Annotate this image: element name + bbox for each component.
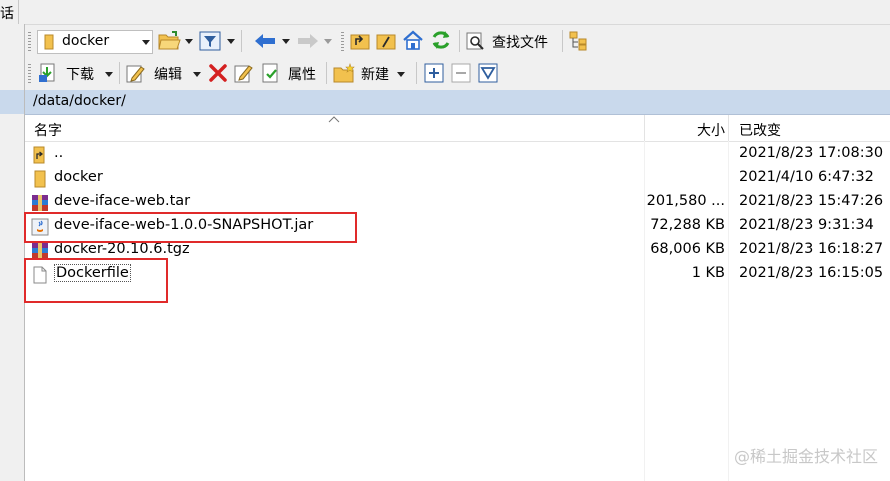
file-modified: 2021/8/23 9:31:34	[739, 217, 874, 233]
new-label: 新建	[361, 67, 389, 83]
rename-icon[interactable]	[234, 63, 254, 83]
chevron-down-icon	[397, 72, 405, 77]
file-modified: 2021/4/10 6:47:32	[739, 169, 874, 185]
file-modified: 2021/8/23 17:08:30	[739, 145, 884, 161]
select-plus-icon[interactable]	[424, 63, 444, 83]
file-modified: 2021/8/23 15:47:26	[739, 193, 884, 209]
sort-ascending-icon	[328, 116, 340, 123]
toolbar-divider	[416, 62, 417, 84]
file-modified: 2021/8/23 16:18:27	[739, 241, 884, 257]
back-arrow-icon[interactable]	[253, 32, 277, 50]
parent-folder-icon	[33, 146, 45, 164]
folder-icon	[34, 170, 46, 188]
properties-icon	[262, 63, 278, 83]
properties-label: 属性	[288, 67, 316, 83]
left-panel-path-bar	[0, 90, 24, 114]
find-files-button[interactable]: 查找文件	[466, 30, 558, 52]
navigation-toolbar	[25, 25, 890, 56]
find-files-label: 查找文件	[492, 35, 548, 51]
open-folder-icon[interactable]	[157, 30, 181, 52]
toolbar-divider	[459, 30, 460, 52]
refresh-icon[interactable]	[429, 29, 453, 51]
toolbar-divider	[326, 62, 327, 84]
file-name: deve-iface-web.tar	[54, 193, 191, 209]
toolbar-grip[interactable]	[28, 32, 31, 52]
column-header-name[interactable]: 名字	[34, 120, 62, 140]
file-list-header: 名字 大小 已改变	[25, 115, 890, 142]
location-value: docker	[62, 33, 110, 49]
file-name: docker-20.10.6.tgz	[54, 241, 190, 257]
home-icon[interactable]	[401, 29, 425, 51]
edit-button[interactable]: 编辑	[126, 61, 204, 85]
chevron-down-icon[interactable]	[324, 39, 332, 44]
file-row-parent[interactable]: .. 2021/8/23 17:08:30	[25, 143, 890, 167]
toolbar-grip[interactable]	[341, 32, 344, 52]
file-name: ..	[54, 145, 64, 161]
parent-directory-icon[interactable]	[349, 31, 371, 51]
toolbar-divider	[562, 30, 563, 52]
download-label: 下载	[66, 67, 94, 83]
new-button[interactable]: 新建	[333, 61, 409, 85]
chevron-down-icon[interactable]	[142, 40, 150, 45]
chevron-down-icon[interactable]	[185, 39, 193, 44]
delete-icon[interactable]	[208, 63, 228, 83]
toolbar-divider	[241, 30, 242, 52]
folder-icon	[44, 34, 54, 50]
current-path: /data/docker/	[33, 93, 126, 109]
column-header-size[interactable]: 大小	[697, 120, 725, 140]
archive-icon	[32, 195, 48, 211]
tree-view-icon[interactable]	[569, 31, 591, 51]
menu-item-fragment[interactable]: 话	[0, 3, 14, 23]
root-directory-icon[interactable]	[375, 31, 397, 51]
file-modified: 2021/8/23 16:15:05	[739, 265, 884, 281]
menu-bar: 话	[0, 0, 890, 25]
download-icon	[39, 63, 55, 82]
new-folder-icon	[333, 63, 355, 83]
edit-icon	[126, 65, 145, 83]
file-name: docker	[54, 169, 103, 185]
column-divider[interactable]	[644, 115, 645, 141]
file-size: 201,580 ...	[646, 193, 725, 209]
location-combo[interactable]: docker	[37, 30, 153, 54]
watermark: @稀土掘金技术社区	[733, 447, 878, 466]
filter-icon[interactable]	[199, 31, 221, 51]
chevron-down-icon[interactable]	[282, 39, 290, 44]
properties-button[interactable]: 属性	[261, 61, 323, 85]
highlight-box-jar	[24, 212, 357, 243]
column-divider[interactable]	[728, 115, 729, 141]
file-size: 68,006 KB	[650, 241, 725, 257]
menu-divider	[18, 0, 19, 24]
download-button[interactable]: 下载	[38, 61, 114, 85]
chevron-down-icon	[105, 72, 113, 77]
filter-select-icon[interactable]	[478, 63, 498, 83]
file-row-docker-folder[interactable]: docker 2021/4/10 6:47:32	[25, 167, 890, 191]
forward-arrow-icon[interactable]	[296, 32, 320, 50]
deselect-minus-icon[interactable]	[451, 63, 471, 83]
path-bar[interactable]: /data/docker/	[25, 90, 890, 115]
edit-label: 编辑	[154, 67, 182, 83]
file-size: 1 KB	[691, 265, 725, 281]
search-icon	[466, 32, 484, 50]
highlight-box-dockerfile	[24, 258, 168, 303]
toolbar-grip[interactable]	[28, 64, 31, 84]
toolbar-divider	[119, 62, 120, 84]
column-header-modified[interactable]: 已改变	[739, 120, 781, 140]
chevron-down-icon	[193, 72, 201, 77]
file-size: 72,288 KB	[650, 217, 725, 233]
chevron-down-icon[interactable]	[227, 39, 235, 44]
